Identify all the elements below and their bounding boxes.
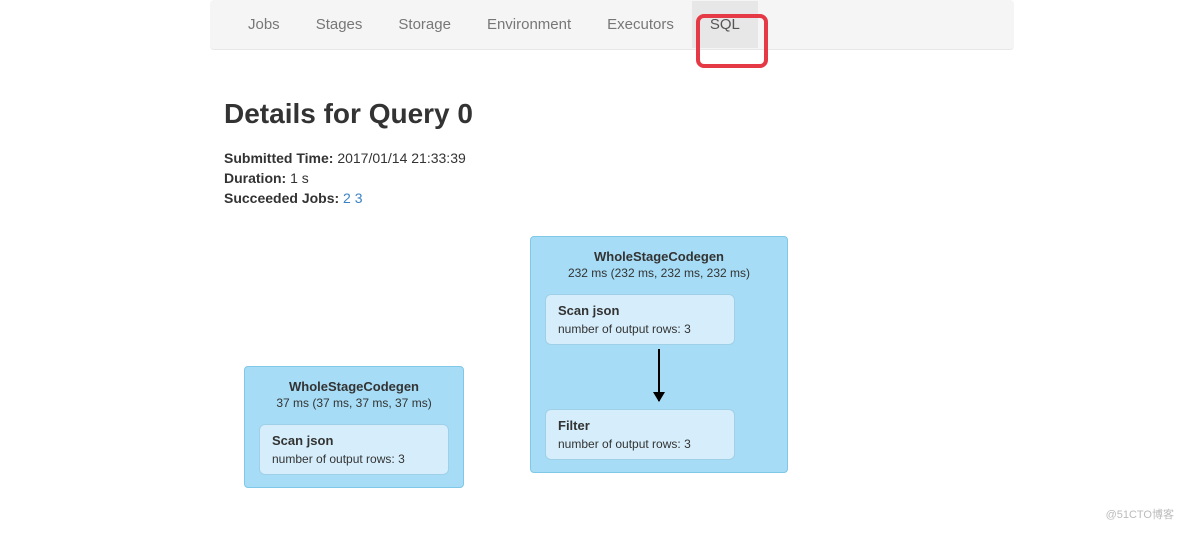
nav-tab-stages[interactable]: Stages [298,1,381,48]
stage-box-0[interactable]: WholeStageCodegen 37 ms (37 ms, 37 ms, 3… [244,366,464,488]
op-box-scan-json[interactable]: Scan json number of output rows: 3 [259,424,449,475]
op-box-scan-json[interactable]: Scan json number of output rows: 3 [545,294,735,345]
page-title: Details for Query 0 [224,98,1184,130]
watermark-text: @51CTO博客 [1106,506,1174,522]
op-detail: number of output rows: 3 [558,322,722,336]
op-title: Scan json [272,433,436,448]
nav-tab-environment[interactable]: Environment [469,1,589,48]
submitted-time-value: 2017/01/14 21:33:39 [337,150,465,166]
dag-arrow-icon [658,349,660,401]
duration-value: 1 s [290,170,309,186]
duration-label: Duration: [224,170,286,186]
query-dag-canvas[interactable]: WholeStageCodegen 37 ms (37 ms, 37 ms, 3… [224,236,1184,556]
nav-tab-jobs[interactable]: Jobs [230,1,298,48]
stage-subtitle: 37 ms (37 ms, 37 ms, 37 ms) [259,396,449,410]
op-detail: number of output rows: 3 [558,437,722,451]
op-title: Filter [558,418,722,433]
op-title: Scan json [558,303,722,318]
succeeded-jobs-label: Succeeded Jobs: [224,190,339,206]
duration-line: Duration: 1 s [224,170,1184,186]
submitted-time-label: Submitted Time: [224,150,333,166]
submitted-time-line: Submitted Time: 2017/01/14 21:33:39 [224,150,1184,166]
stage-title: WholeStageCodegen [259,379,449,394]
stage-title: WholeStageCodegen [545,249,773,264]
succeeded-jobs-line: Succeeded Jobs: 2 3 [224,190,1184,206]
nav-tab-executors[interactable]: Executors [589,1,692,48]
succeeded-job-link-1[interactable]: 3 [355,190,363,206]
op-detail: number of output rows: 3 [272,452,436,466]
stage-subtitle: 232 ms (232 ms, 232 ms, 232 ms) [545,266,773,280]
nav-tab-storage[interactable]: Storage [380,1,469,48]
nav-tab-sql[interactable]: SQL [692,1,758,48]
succeeded-job-link-0[interactable]: 2 [343,190,351,206]
stage-box-1[interactable]: WholeStageCodegen 232 ms (232 ms, 232 ms… [530,236,788,473]
op-box-filter[interactable]: Filter number of output rows: 3 [545,409,735,460]
page-content: Details for Query 0 Submitted Time: 2017… [224,98,1184,556]
main-navbar: Jobs Stages Storage Environment Executor… [210,0,1014,50]
